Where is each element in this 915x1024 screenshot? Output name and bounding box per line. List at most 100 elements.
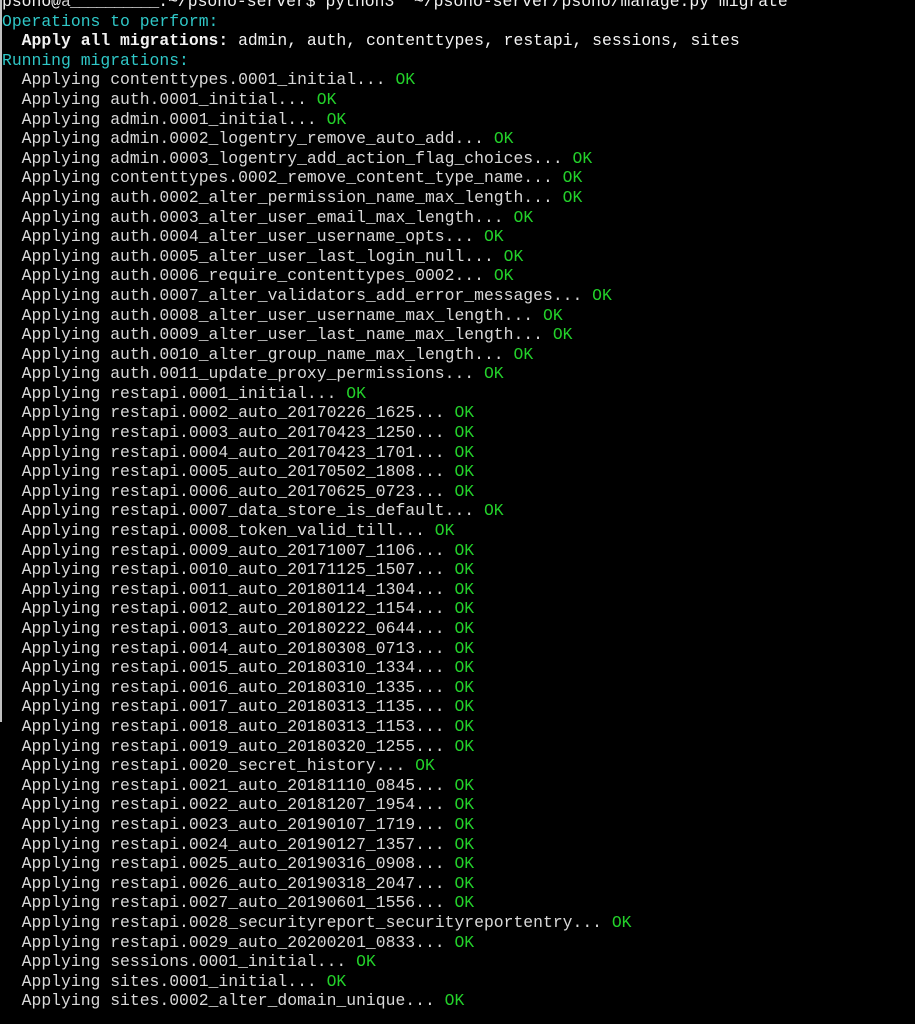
- status-ok: OK: [513, 207, 534, 227]
- migration-text: Applying auth.0001_initial...: [2, 89, 317, 109]
- status-ok: OK: [552, 325, 573, 345]
- migration-row: Applying restapi.0017_auto_20180313_1135…: [2, 697, 788, 717]
- migration-row: Applying auth.0004_alter_user_username_o…: [2, 227, 788, 247]
- migration-text: Applying restapi.0015_auto_20180310_1334…: [2, 658, 455, 678]
- migration-text: Applying contenttypes.0001_initial...: [2, 70, 396, 90]
- migration-row: Applying restapi.0026_auto_20190318_2047…: [2, 874, 788, 894]
- migration-row: Applying admin.0002_logentry_remove_auto…: [2, 129, 788, 149]
- migration-text: Applying restapi.0010_auto_20171125_1507…: [2, 560, 455, 580]
- migration-text: Applying restapi.0025_auto_20190316_0908…: [2, 854, 455, 874]
- status-ok: OK: [346, 383, 366, 403]
- status-ok: OK: [454, 677, 475, 697]
- migration-row: Applying restapi.0006_auto_20170625_0723…: [2, 482, 788, 502]
- status-ok: OK: [454, 442, 475, 462]
- migration-row: Applying admin.0001_initial... OK: [2, 110, 788, 130]
- migration-row: Applying restapi.0015_auto_20180310_1334…: [2, 658, 788, 678]
- status-ok: OK: [454, 873, 475, 893]
- migration-row: Applying restapi.0019_auto_20180320_1255…: [2, 737, 788, 757]
- migration-row: Applying restapi.0009_auto_20171007_1106…: [2, 541, 788, 561]
- migration-text: Applying admin.0002_logentry_remove_auto…: [2, 129, 494, 149]
- migration-row: Applying restapi.0018_auto_20180313_1153…: [2, 717, 788, 737]
- status-ok: OK: [395, 70, 416, 90]
- migration-row: Applying restapi.0023_auto_20190107_1719…: [2, 815, 788, 835]
- migration-text: Applying restapi.0028_securityreport_sec…: [2, 912, 612, 932]
- status-ok: OK: [483, 364, 504, 384]
- migration-row: Applying contenttypes.0002_remove_conten…: [2, 168, 788, 188]
- migration-text: Applying restapi.0001_initial...: [2, 383, 347, 403]
- status-ok: OK: [611, 912, 632, 932]
- status-ok: OK: [454, 540, 475, 560]
- migration-row: Applying restapi.0029_auto_20200201_0833…: [2, 933, 788, 953]
- status-ok: OK: [483, 227, 504, 247]
- prompt-path: :~/psono-server$: [158, 0, 316, 11]
- apply-all-label: Apply all migrations:: [2, 31, 229, 51]
- status-ok: OK: [454, 579, 475, 599]
- command-text: python3 ~/psono-server/psono/manage.py m…: [315, 0, 788, 11]
- terminal-output: psono@a__________:~/psono-server$ python…: [2, 0, 788, 1011]
- status-ok: OK: [493, 129, 514, 149]
- status-ok: OK: [493, 266, 514, 286]
- migration-row: Applying restapi.0007_data_store_is_defa…: [2, 501, 788, 521]
- migration-row: Applying restapi.0003_auto_20170423_1250…: [2, 423, 788, 443]
- terminal-window[interactable]: psono@a__________:~/psono-server$ python…: [0, 0, 915, 1024]
- migration-row: Applying restapi.0028_securityreport_sec…: [2, 913, 788, 933]
- migration-row: Applying restapi.0020_secret_history... …: [2, 756, 788, 776]
- status-ok: OK: [513, 344, 534, 364]
- status-ok: OK: [316, 89, 337, 109]
- migration-text: Applying restapi.0018_auto_20180313_1153…: [2, 716, 455, 736]
- status-ok: OK: [454, 736, 475, 756]
- status-ok: OK: [454, 716, 475, 736]
- migration-list: Applying contenttypes.0001_initial... OK…: [2, 70, 788, 1011]
- migration-text: Applying auth.0007_alter_validators_add_…: [2, 285, 593, 305]
- apply-all-apps: admin, auth, contenttypes, restapi, sess…: [228, 31, 740, 51]
- status-ok: OK: [434, 521, 455, 541]
- migration-text: Applying restapi.0011_auto_20180114_1304…: [2, 579, 455, 599]
- migration-text: Applying restapi.0008_token_valid_till..…: [2, 521, 435, 541]
- migration-text: Applying restapi.0012_auto_20180122_1154…: [2, 599, 455, 619]
- apply-all-line: Apply all migrations: admin, auth, conte…: [2, 31, 788, 51]
- migration-text: Applying restapi.0023_auto_20190107_1719…: [2, 814, 455, 834]
- migration-text: Applying restapi.0022_auto_20181207_1954…: [2, 795, 455, 815]
- migration-row: Applying restapi.0021_auto_20181110_0845…: [2, 776, 788, 796]
- migration-row: Applying auth.0011_update_proxy_permissi…: [2, 364, 788, 384]
- migration-row: Applying restapi.0002_auto_20170226_1625…: [2, 403, 788, 423]
- migration-row: Applying admin.0003_logentry_add_action_…: [2, 149, 788, 169]
- status-ok: OK: [454, 658, 475, 678]
- status-ok: OK: [454, 697, 475, 717]
- migration-text: Applying auth.0004_alter_user_username_o…: [2, 227, 484, 247]
- migration-row: Applying restapi.0024_auto_20190127_1357…: [2, 835, 788, 855]
- status-ok: OK: [454, 638, 475, 658]
- migration-text: Applying auth.0011_update_proxy_permissi…: [2, 364, 484, 384]
- migration-text: Applying restapi.0003_auto_20170423_1250…: [2, 423, 455, 443]
- migration-text: Applying restapi.0020_secret_history...: [2, 756, 416, 776]
- migration-text: Applying restapi.0021_auto_20181110_0845…: [2, 775, 455, 795]
- migration-text: Applying restapi.0017_auto_20180313_1135…: [2, 697, 455, 717]
- migration-row: Applying auth.0006_require_contenttypes_…: [2, 266, 788, 286]
- migration-row: Applying restapi.0008_token_valid_till..…: [2, 521, 788, 541]
- status-ok: OK: [454, 560, 475, 580]
- migration-text: Applying restapi.0009_auto_20171007_1106…: [2, 540, 455, 560]
- migration-text: Applying sessions.0001_initial...: [2, 952, 357, 972]
- status-ok: OK: [454, 854, 475, 874]
- migration-text: Applying contenttypes.0002_remove_conten…: [2, 168, 563, 188]
- migration-text: Applying restapi.0024_auto_20190127_1357…: [2, 834, 455, 854]
- migration-text: Applying restapi.0027_auto_20190601_1556…: [2, 893, 455, 913]
- status-ok: OK: [542, 305, 563, 325]
- prompt-user: psono@: [2, 0, 62, 11]
- prompt-host-redacted: a__________: [61, 0, 159, 11]
- status-ok: OK: [454, 775, 475, 795]
- migration-text: Applying restapi.0007_data_store_is_defa…: [2, 501, 484, 521]
- migration-row: Applying auth.0002_alter_permission_name…: [2, 188, 788, 208]
- migration-row: Applying restapi.0011_auto_20180114_1304…: [2, 580, 788, 600]
- migration-row: Applying auth.0008_alter_user_username_m…: [2, 306, 788, 326]
- migration-text: Applying auth.0003_alter_user_email_max_…: [2, 207, 514, 227]
- status-ok: OK: [562, 168, 583, 188]
- status-ok: OK: [454, 481, 475, 501]
- status-ok: OK: [326, 971, 347, 991]
- migration-text: Applying sites.0001_initial...: [2, 971, 327, 991]
- migration-row: Applying sessions.0001_initial... OK: [2, 952, 788, 972]
- migration-text: Applying restapi.0013_auto_20180222_0644…: [2, 619, 455, 638]
- migration-text: Applying auth.0009_alter_user_last_name_…: [2, 325, 553, 345]
- running-header: Running migrations:: [2, 50, 189, 70]
- migration-row: Applying restapi.0012_auto_20180122_1154…: [2, 599, 788, 619]
